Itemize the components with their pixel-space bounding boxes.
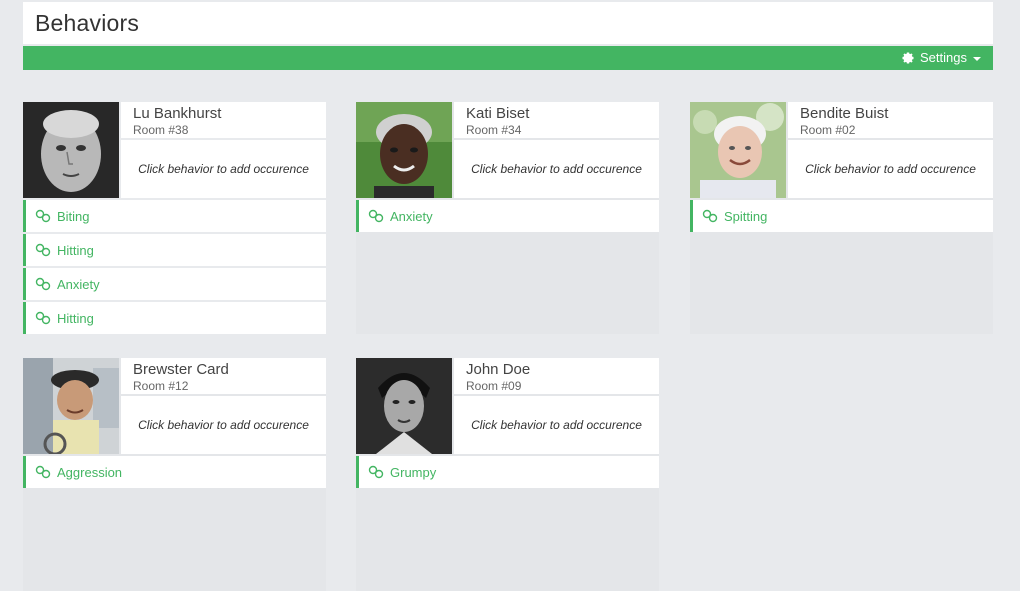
behavior-item[interactable]: Biting — [23, 200, 326, 232]
link-icon — [35, 277, 51, 291]
settings-button[interactable]: Settings — [901, 50, 981, 65]
hint-text: Click behavior to add occurence — [471, 418, 642, 432]
toolbar: Settings — [23, 46, 993, 70]
resident-photo — [690, 102, 786, 198]
gear-icon — [902, 51, 914, 64]
add-occurrence-hint: Click behavior to add occurence — [454, 396, 659, 454]
link-icon — [35, 311, 51, 325]
resident-name: Brewster Card — [133, 361, 229, 378]
behavior-label: Grumpy — [390, 464, 437, 480]
resident-nameplate: Bendite Buist Room #02 — [788, 102, 993, 138]
behavior-label: Hitting — [57, 242, 94, 258]
resident-name: Kati Biset — [466, 105, 530, 122]
link-icon — [368, 209, 384, 223]
resident-photo — [23, 102, 119, 198]
resident-nameplate: Lu Bankhurst Room #38 — [121, 102, 326, 138]
behavior-label: Hitting — [57, 310, 94, 326]
behavior-item[interactable]: Hitting — [23, 234, 326, 266]
resident-card: Brewster Card Room #12 Click behavior to… — [23, 358, 326, 591]
resident-card: Bendite Buist Room #02 Click behavior to… — [690, 102, 993, 334]
hint-text: Click behavior to add occurence — [805, 162, 976, 176]
add-occurrence-hint: Click behavior to add occurence — [788, 140, 993, 198]
resident-room: Room #12 — [133, 379, 189, 393]
behavior-item[interactable]: Aggression — [23, 456, 326, 488]
resident-name: Bendite Buist — [800, 105, 889, 122]
page-title: Behaviors — [35, 10, 140, 36]
resident-nameplate: Brewster Card Room #12 — [121, 358, 326, 394]
link-icon — [702, 209, 718, 223]
hint-text: Click behavior to add occurence — [471, 162, 642, 176]
behavior-label: Aggression — [57, 464, 123, 480]
resident-nameplate: Kati Biset Room #34 — [454, 102, 659, 138]
chevron-down-icon — [973, 56, 981, 61]
resident-nameplate: John Doe Room #09 — [454, 358, 659, 394]
resident-name: John Doe — [466, 361, 531, 378]
behavior-label: Anxiety — [390, 208, 433, 224]
add-occurrence-hint: Click behavior to add occurence — [121, 140, 326, 198]
behavior-item[interactable]: Hitting — [23, 302, 326, 334]
behavior-item[interactable]: Anxiety — [356, 200, 659, 232]
link-icon — [35, 209, 51, 223]
settings-label: Settings — [920, 50, 967, 65]
add-occurrence-hint: Click behavior to add occurence — [121, 396, 326, 454]
behavior-label: Spitting — [724, 208, 768, 224]
link-icon — [368, 465, 384, 479]
hint-text: Click behavior to add occurence — [138, 162, 309, 176]
resident-photo — [356, 102, 452, 198]
resident-room: Room #02 — [800, 123, 856, 137]
behavior-item[interactable]: Grumpy — [356, 456, 659, 488]
resident-card: John Doe Room #09 Click behavior to add … — [356, 358, 659, 591]
resident-room: Room #09 — [466, 379, 522, 393]
resident-photo — [23, 358, 119, 454]
hint-text: Click behavior to add occurence — [138, 418, 309, 432]
add-occurrence-hint: Click behavior to add occurence — [454, 140, 659, 198]
resident-room: Room #38 — [133, 123, 189, 137]
behavior-item[interactable]: Spitting — [690, 200, 993, 232]
resident-name: Lu Bankhurst — [133, 105, 222, 122]
resident-photo — [356, 358, 452, 454]
behavior-label: Biting — [57, 208, 90, 224]
behavior-list: Grumpy — [356, 456, 659, 490]
resident-room: Room #34 — [466, 123, 522, 137]
behavior-list: Spitting — [690, 200, 993, 234]
behavior-list: Aggression — [23, 456, 326, 490]
behavior-list: Biting Hitting Anxiety Hitting — [23, 200, 326, 336]
page-header: Behaviors — [23, 2, 993, 44]
link-icon — [35, 465, 51, 479]
resident-card: Kati Biset Room #34 Click behavior to ad… — [356, 102, 659, 334]
link-icon — [35, 243, 51, 257]
behavior-label: Anxiety — [57, 276, 100, 292]
behavior-item[interactable]: Anxiety — [23, 268, 326, 300]
resident-card: Lu Bankhurst Room #38 Click behavior to … — [23, 102, 326, 334]
behavior-list: Anxiety — [356, 200, 659, 234]
